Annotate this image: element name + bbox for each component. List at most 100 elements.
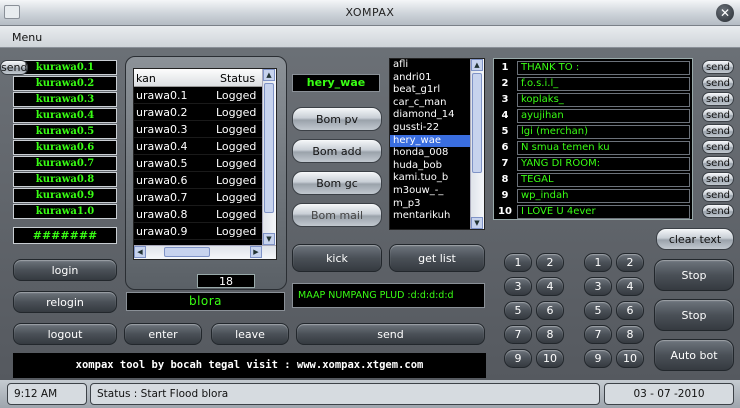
user-list-scrollbar[interactable]: ▲ ▼	[470, 59, 484, 229]
hash-field[interactable]: #######	[13, 227, 117, 244]
account-item[interactable]: kurawa0.6	[13, 140, 117, 155]
table-row[interactable]: urawa0.4 Logged	[134, 138, 264, 155]
kick-button[interactable]: kick	[292, 244, 382, 272]
list-item[interactable]: m3ouw_-_	[390, 185, 470, 198]
list-item[interactable]: diamond_14	[390, 109, 470, 122]
send-slot-button[interactable]: send	[702, 172, 734, 186]
slot-text[interactable]: I LOVE U 4ever	[517, 205, 690, 219]
relogin-button[interactable]: relogin	[13, 291, 117, 313]
numpad-b-key-6[interactable]: 6	[616, 301, 644, 320]
table-row[interactable]: urawa0.2 Logged	[134, 104, 264, 121]
message-input[interactable]: MAAP NUMPANG PLUD :d:d:d:d:d	[292, 283, 485, 308]
user-list[interactable]: afli andri01 beat_g1rl car_c_man diamond…	[389, 58, 485, 230]
scroll-thumb[interactable]	[164, 247, 210, 257]
send-slot-button[interactable]: send	[702, 108, 734, 122]
column-header-status[interactable]: Status	[220, 72, 255, 85]
column-header-name[interactable]: kan	[136, 72, 156, 85]
get-list-button[interactable]: get list	[389, 244, 485, 272]
send-slot-button[interactable]: send	[702, 60, 734, 74]
numpad-b-key-3[interactable]: 3	[584, 277, 612, 296]
slot-text[interactable]: ayujihan	[517, 109, 690, 123]
room-field[interactable]: blora	[126, 292, 285, 311]
title-bar[interactable]: XOMPAX ✕	[0, 0, 740, 26]
send-slot-button[interactable]: send	[702, 188, 734, 202]
account-item[interactable]: kurawa0.2	[13, 76, 117, 91]
list-item[interactable]: mentarikuh	[390, 210, 470, 223]
numpad-a-key-10[interactable]: 10	[536, 349, 564, 368]
bom-add-button[interactable]: Bom add	[292, 139, 382, 163]
account-item[interactable]: kurawa0.5	[13, 124, 117, 139]
menu-item[interactable]: Menu	[12, 31, 42, 44]
scroll-left-icon[interactable]: ◀	[134, 246, 146, 258]
bom-gc-button[interactable]: Bom gc	[292, 171, 382, 195]
numpad-b-key-9[interactable]: 9	[584, 349, 612, 368]
numpad-b-key-2[interactable]: 2	[616, 253, 644, 272]
send-slot-button[interactable]: send	[702, 204, 734, 218]
slot-text[interactable]: lgi (merchan)	[517, 125, 690, 139]
list-item[interactable]: gussti-22	[390, 122, 470, 135]
numpad-b-key-1[interactable]: 1	[584, 253, 612, 272]
send-slot-button[interactable]: send	[0, 60, 29, 75]
account-item[interactable]: kurawa0.1	[13, 60, 117, 75]
numpad-a-key-5[interactable]: 5	[504, 301, 532, 320]
numpad-a-key-7[interactable]: 7	[504, 325, 532, 344]
account-item[interactable]: kurawa0.8	[13, 172, 117, 187]
list-item[interactable]: andri01	[390, 72, 470, 85]
send-slot-button[interactable]: send	[702, 76, 734, 90]
scroll-up-icon[interactable]: ▲	[471, 59, 483, 71]
list-item[interactable]: car_c_man	[390, 97, 470, 110]
list-item[interactable]: m_p3	[390, 198, 470, 211]
numpad-a-key-1[interactable]: 1	[504, 253, 532, 272]
account-item[interactable]: kurawa1.0	[13, 204, 117, 219]
account-item[interactable]: kurawa0.9	[13, 188, 117, 203]
table-row[interactable]: urawa0.9 Logged	[134, 223, 264, 240]
stop-button-1[interactable]: Stop	[654, 259, 734, 291]
listview-vertical-scrollbar[interactable]: ▲ ▼	[262, 69, 276, 245]
slot-text[interactable]: THANK TO :	[517, 61, 690, 75]
numpad-b-key-8[interactable]: 8	[616, 325, 644, 344]
account-item[interactable]: kurawa0.7	[13, 156, 117, 171]
enter-button[interactable]: enter	[124, 323, 202, 345]
numpad-b-key-5[interactable]: 5	[584, 301, 612, 320]
leave-button[interactable]: leave	[211, 323, 289, 345]
account-item[interactable]: kurawa0.3	[13, 92, 117, 107]
bom-mail-button[interactable]: Bom mail	[292, 203, 382, 227]
numpad-a-key-3[interactable]: 3	[504, 277, 532, 296]
list-item[interactable]: afli	[390, 59, 470, 72]
list-item-selected[interactable]: hery_wae	[390, 134, 470, 148]
send-slot-button[interactable]: send	[702, 124, 734, 138]
slot-text[interactable]: wp_indah	[517, 189, 690, 203]
list-item[interactable]: kami.tuo_b	[390, 172, 470, 185]
numpad-b-key-4[interactable]: 4	[616, 277, 644, 296]
numpad-a-key-8[interactable]: 8	[536, 325, 564, 344]
numpad-a-key-4[interactable]: 4	[536, 277, 564, 296]
bom-pv-button[interactable]: Bom pv	[292, 107, 382, 131]
table-row[interactable]: urawa0.8 Logged	[134, 206, 264, 223]
logout-button[interactable]: logout	[13, 323, 117, 345]
scroll-down-icon[interactable]: ▼	[471, 217, 483, 229]
slot-text[interactable]: YANG DI ROOM:	[517, 157, 690, 171]
list-item[interactable]: huda_bob	[390, 160, 470, 173]
table-row[interactable]: urawa0.7 Logged	[134, 189, 264, 206]
send-slot-button[interactable]: send	[702, 140, 734, 154]
send-slot-button[interactable]: send	[702, 92, 734, 106]
list-item[interactable]: beat_g1rl	[390, 84, 470, 97]
scroll-thumb[interactable]	[472, 73, 482, 173]
auto-bot-button[interactable]: Auto bot	[654, 339, 734, 371]
numpad-a-key-2[interactable]: 2	[536, 253, 564, 272]
listview-horizontal-scrollbar[interactable]: ◀ ▶	[134, 245, 276, 259]
close-icon[interactable]: ✕	[716, 4, 734, 22]
clear-text-button[interactable]: clear text	[656, 228, 734, 250]
stop-button-2[interactable]: Stop	[654, 299, 734, 331]
table-row[interactable]: urawa0.3 Logged	[134, 121, 264, 138]
slot-text[interactable]: f.o.s.i.l_	[517, 77, 690, 91]
numpad-a-key-9[interactable]: 9	[504, 349, 532, 368]
slot-text[interactable]: TEGAL	[517, 173, 690, 187]
scroll-right-icon[interactable]: ▶	[250, 246, 262, 258]
send-slot-button[interactable]: send	[702, 156, 734, 170]
scroll-up-icon[interactable]: ▲	[263, 69, 275, 81]
table-row[interactable]: urawa0.6 Logged	[134, 172, 264, 189]
numpad-a-key-6[interactable]: 6	[536, 301, 564, 320]
slot-text[interactable]: N smua temen ku	[517, 141, 690, 155]
account-item[interactable]: kurawa0.4	[13, 108, 117, 123]
